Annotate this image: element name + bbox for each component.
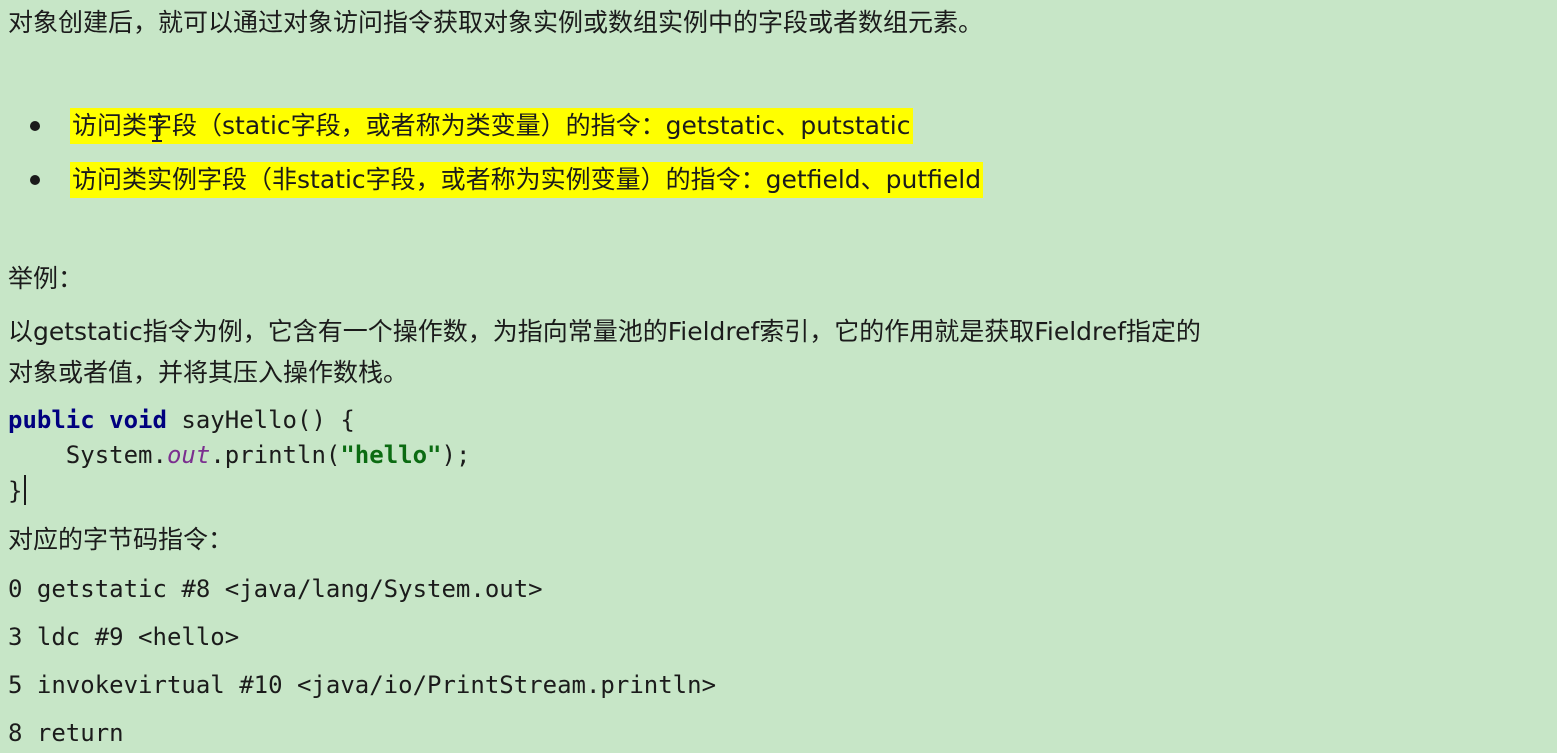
code-field-out: out: [166, 441, 211, 469]
bullet-dot: [30, 121, 40, 131]
code-println-call: .println(: [210, 441, 341, 469]
example-label: 举例：: [8, 264, 84, 293]
bytecode-line-5: 5 invokevirtual #10 <java/io/PrintStream…: [8, 671, 717, 699]
bytecode-line-8: 8 return: [8, 719, 124, 747]
bytecode-label: 对应的字节码指令：: [8, 525, 234, 554]
text-cursor-ibeam-icon: [152, 116, 162, 142]
code-method-declaration: sayHello() {: [166, 406, 355, 434]
bytecode-line-3: 3 ldc #9 <hello>: [8, 623, 240, 651]
code-line-1: public void sayHello() {: [8, 405, 355, 435]
code-keyword-public: public: [8, 406, 95, 434]
bytecode-line-0: 0 getstatic #8 <java/lang/System.out>: [8, 575, 543, 603]
code-closing-brace: }: [8, 477, 23, 505]
code-keyword-void: void: [109, 406, 167, 434]
code-system: System.: [65, 441, 167, 469]
text-caret: [24, 475, 27, 505]
bullet-dot: [30, 175, 40, 185]
code-line-2: System.out.println("hello");: [8, 440, 471, 470]
highlighted-bullet-instance-fields: 访问类实例字段（非static字段，或者称为实例变量）的指令：getfield、…: [70, 162, 984, 198]
highlighted-bullet-static-fields: 访问类字段（static字段，或者称为类变量）的指令：getstatic、put…: [70, 108, 913, 144]
code-line-3: }: [8, 475, 27, 506]
code-statement-end: );: [441, 441, 471, 469]
intro-text: 对象创建后，就可以通过对象访问指令获取对象实例或数组实例中的字段或者数组元素。: [8, 8, 984, 37]
code-string-literal: "hello": [340, 441, 442, 469]
description-line-2: 对象或者值，并将其压入操作数栈。: [8, 358, 409, 387]
description-line-1: 以getstatic指令为例，它含有一个操作数，为指向常量池的Fieldref索…: [8, 317, 1201, 346]
